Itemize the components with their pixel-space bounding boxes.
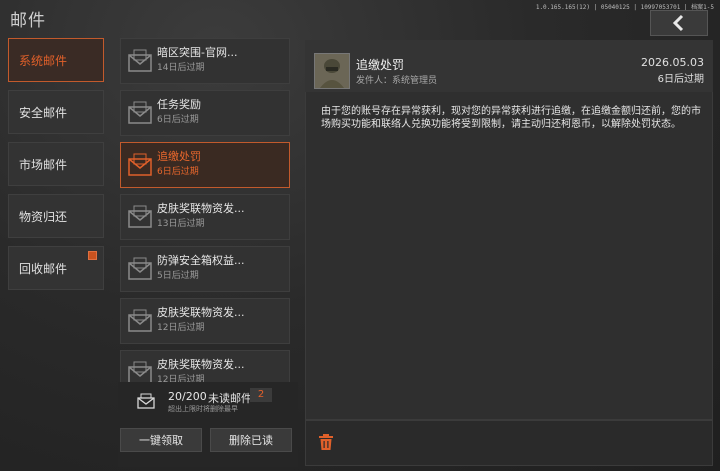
category-system-mail[interactable]: 系统邮件 — [8, 38, 104, 82]
mail-detail-title: 追缴处罚 — [356, 58, 405, 72]
mail-expiry: 6日后过期 — [157, 115, 199, 125]
mail-subject: 任务奖励 — [157, 98, 201, 111]
mail-item[interactable]: 皮肤奖联物资发... 13日后过期 — [120, 194, 290, 240]
category-market-mail[interactable]: 市场邮件 — [8, 142, 104, 186]
mail-subject: 皮肤奖联物资发... — [157, 202, 245, 215]
mail-item[interactable]: 皮肤奖联物资发... 12日后过期 — [120, 298, 290, 344]
mail-expiry: 13日后过期 — [157, 219, 205, 229]
new-badge — [88, 251, 97, 260]
mail-subject: 皮肤奖联物资发... — [157, 358, 245, 371]
mail-count: 20/200 — [168, 390, 207, 403]
page-title: 邮件 — [10, 11, 46, 31]
envelope-icon — [128, 309, 152, 332]
mailbox-icon — [137, 393, 155, 409]
category-label: 系统邮件 — [19, 53, 68, 68]
category-label: 市场邮件 — [19, 157, 68, 172]
mail-item[interactable]: 任务奖励 6日后过期 — [120, 90, 290, 136]
delete-button[interactable] — [314, 430, 338, 454]
mail-subject: 暗区突围-官网... — [157, 46, 238, 59]
back-button[interactable] — [650, 10, 708, 36]
soldier-avatar-icon — [315, 54, 349, 88]
mail-detail-expiry: 6日后过期 — [657, 74, 704, 85]
mail-expiry: 14日后过期 — [157, 63, 205, 73]
category-label: 回收邮件 — [19, 261, 68, 276]
envelope-icon — [128, 257, 152, 280]
mail-expiry: 6日后过期 — [157, 167, 199, 177]
mail-expiry: 12日后过期 — [157, 323, 205, 333]
chevron-left-icon — [672, 14, 684, 32]
delete-read-button[interactable]: 删除已读 — [210, 428, 292, 452]
mail-sender: 发件人：系统管理员 — [356, 76, 438, 86]
mail-subject: 追缴处罚 — [157, 150, 201, 163]
claim-all-button[interactable]: 一键领取 — [120, 428, 202, 452]
unread-count-badge: 2 — [250, 388, 272, 402]
mail-item[interactable]: 防弹安全箱权益... 5日后过期 — [120, 246, 290, 292]
envelope-icon — [128, 153, 152, 176]
category-security-mail[interactable]: 安全邮件 — [8, 90, 104, 134]
mail-item[interactable]: 暗区突围-官网... 14日后过期 — [120, 38, 290, 84]
avatar — [314, 53, 350, 89]
envelope-icon — [128, 101, 152, 124]
mail-subject: 皮肤奖联物资发... — [157, 306, 245, 319]
mail-item-selected[interactable]: 追缴处罚 6日后过期 — [120, 142, 290, 188]
mail-date: 2026.05.03 — [641, 56, 704, 69]
category-label: 安全邮件 — [19, 105, 68, 120]
mail-expiry: 5日后过期 — [157, 271, 199, 281]
mail-subject: 防弹安全箱权益... — [157, 254, 245, 267]
mail-body: 由于您的账号存在异常获利，现对您的异常获利进行追缴，在追缴金额归还前，您的市场购… — [321, 106, 701, 130]
capacity-hint: 超出上限时将删除最早 — [168, 405, 238, 413]
category-item-return[interactable]: 物资归还 — [8, 194, 104, 238]
mail-detail-panel — [305, 40, 713, 420]
category-label: 物资归还 — [19, 209, 68, 224]
category-recycle-mail[interactable]: 回收邮件 — [8, 246, 104, 290]
mail-detail-footer — [305, 420, 713, 466]
envelope-icon — [128, 49, 152, 72]
envelope-icon — [128, 205, 152, 228]
trash-icon — [319, 434, 333, 450]
